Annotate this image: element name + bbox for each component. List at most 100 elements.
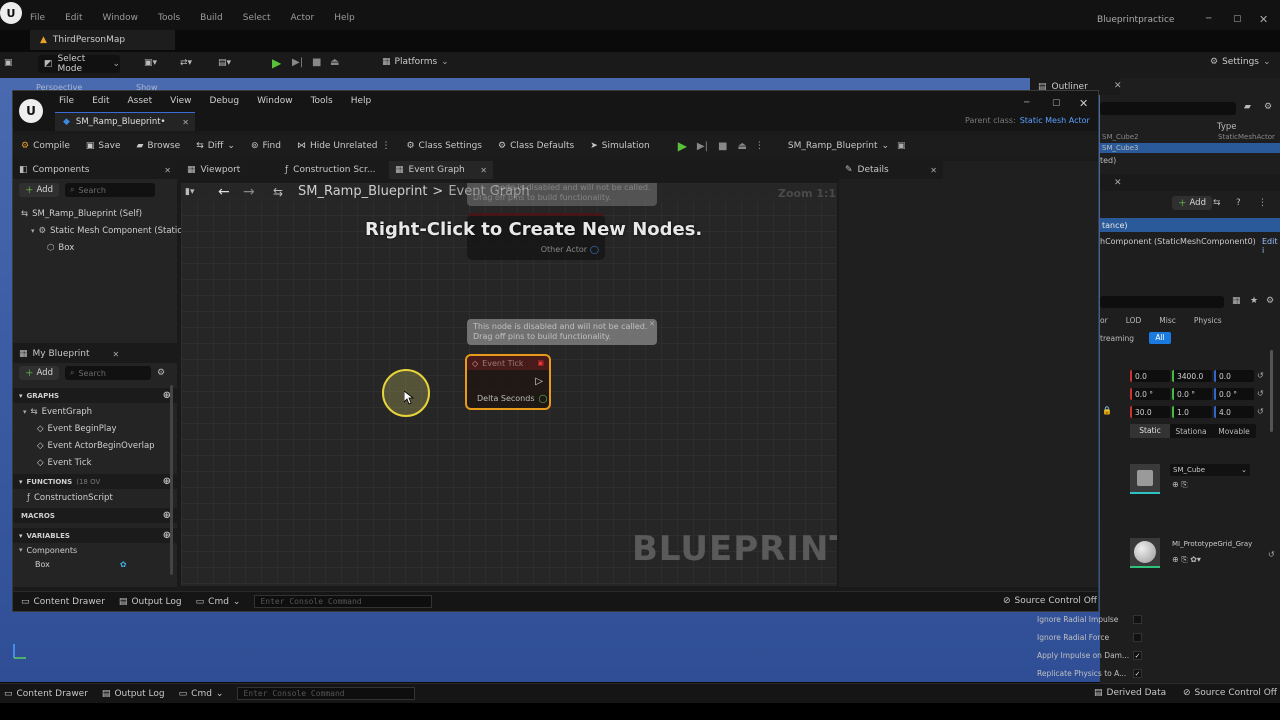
- play-icon[interactable]: ▶: [272, 56, 281, 70]
- event-item[interactable]: ◇ Event Tick: [13, 454, 177, 471]
- class-settings-button[interactable]: ⚙ Class Settings: [406, 141, 482, 151]
- tab-construction-script[interactable]: ƒ Construction Scr...: [279, 161, 389, 179]
- bp-asset-tab[interactable]: ◆ SM_Ramp_Blueprint• ✕: [55, 112, 195, 131]
- blueprints-menu-icon[interactable]: ⇄▾: [180, 58, 192, 68]
- console-command-input[interactable]: Enter Console Command: [237, 687, 416, 700]
- close-tab-icon[interactable]: ✕: [164, 166, 171, 175]
- graphs-section[interactable]: ▾ GRAPHS ⊕: [13, 388, 177, 403]
- more-icon[interactable]: ⋮: [755, 141, 764, 151]
- debug-object-dropdown[interactable]: SM_Ramp_Blueprint ⌄: [788, 141, 889, 151]
- scrollbar[interactable]: [170, 385, 173, 575]
- browse-button[interactable]: ▰ Browse: [137, 141, 181, 151]
- mobility-static[interactable]: Static: [1130, 424, 1170, 438]
- find-button[interactable]: ⊚ Find: [251, 141, 281, 151]
- outer-maximize-icon[interactable]: ▢: [1233, 14, 1242, 24]
- tree-item-box[interactable]: ⬡ Box: [21, 239, 169, 256]
- compile-button[interactable]: ⚙ Compile: [21, 141, 70, 151]
- filter-tab[interactable]: LOD: [1126, 316, 1142, 325]
- outer-menu-tools[interactable]: Tools: [158, 13, 180, 23]
- my-blueprint-tab[interactable]: ▦ My Blueprint ✕: [13, 345, 177, 363]
- details-close-icon[interactable]: ✕: [1114, 178, 1122, 188]
- tree-item-self[interactable]: ⇆ SM_Ramp_Blueprint (Self): [21, 205, 169, 222]
- mesh-thumbnail[interactable]: [1130, 464, 1160, 494]
- debug-browse-icon[interactable]: ▣: [897, 141, 906, 151]
- material-value[interactable]: MI_PrototypeGrid_Gray: [1172, 540, 1252, 548]
- class-defaults-button[interactable]: ⚙ Class Defaults: [498, 141, 574, 151]
- bp-menu-asset[interactable]: Asset: [128, 96, 153, 106]
- mobility-stationary[interactable]: Stationa: [1170, 427, 1212, 436]
- bp-menu-debug[interactable]: Debug: [209, 96, 239, 106]
- material-thumbnail[interactable]: [1130, 538, 1160, 568]
- eject-icon[interactable]: ⏏: [737, 141, 746, 152]
- details-blueprint-icon[interactable]: ⇆: [1213, 198, 1221, 208]
- output-log-button[interactable]: ▤ Output Log: [119, 597, 182, 607]
- cmd-button[interactable]: ▭ Cmd ⌄: [196, 597, 241, 607]
- outer-menu-build[interactable]: Build: [200, 13, 223, 23]
- outer-menu-window[interactable]: Window: [103, 13, 139, 23]
- simulation-button[interactable]: ➤ Simulation: [590, 141, 650, 151]
- bp-menu-help[interactable]: Help: [351, 96, 372, 106]
- details-tab[interactable]: ✎ Details ✕: [839, 161, 943, 179]
- content-drawer-button[interactable]: ▭ Content Drawer: [21, 597, 105, 607]
- tab-viewport[interactable]: ▦ Viewport: [181, 161, 279, 179]
- variable-item-box[interactable]: Box ✿: [13, 557, 177, 571]
- filter-tab[interactable]: Physics: [1194, 316, 1222, 325]
- checkbox-checked[interactable]: ✓: [1133, 668, 1142, 678]
- delta-seconds-pin[interactable]: Delta Seconds ◯: [477, 394, 547, 403]
- browse-asset-icon[interactable]: ⊕ ⎘ ✿▾: [1172, 555, 1201, 565]
- mobility-movable[interactable]: Movable: [1212, 427, 1256, 436]
- static-mesh-dropdown[interactable]: SM_Cube ⌄: [1170, 464, 1250, 476]
- eject-icon[interactable]: ⏏: [330, 57, 339, 68]
- bp-menu-file[interactable]: File: [59, 96, 74, 106]
- outer-menu-actor[interactable]: Actor: [291, 13, 315, 23]
- output-log-button[interactable]: ▤ Output Log: [102, 689, 165, 699]
- outliner-close-icon[interactable]: ✕: [1114, 81, 1122, 91]
- close-tab-icon[interactable]: ✕: [930, 166, 937, 175]
- more-icon[interactable]: ⋮: [381, 141, 390, 151]
- filter-tab[interactable]: Misc: [1159, 316, 1176, 325]
- details-help-icon[interactable]: ?: [1236, 198, 1241, 208]
- close-warning-icon[interactable]: ✕: [649, 319, 655, 329]
- variables-section[interactable]: ▾ VARIABLES ⊕: [13, 528, 177, 543]
- breadcrumb-root[interactable]: SM_Ramp_Blueprint: [298, 184, 427, 199]
- ue-logo-icon[interactable]: U: [0, 2, 22, 24]
- outer-menu-edit[interactable]: Edit: [65, 13, 82, 23]
- scale-y-field[interactable]: 1.0: [1172, 406, 1212, 418]
- event-item[interactable]: ◇ Event BeginPlay: [13, 420, 177, 437]
- browse-asset-icon[interactable]: ⊕ ⎘: [1172, 480, 1188, 490]
- scrollbar[interactable]: [1270, 350, 1273, 432]
- location-x-field[interactable]: 0.0: [1130, 370, 1170, 382]
- hide-unrelated-button[interactable]: ⋈ Hide Unrelated ⋮: [297, 141, 391, 151]
- checkbox-checked[interactable]: ✓: [1133, 650, 1142, 660]
- components-tab[interactable]: ◧ Components ✕: [13, 161, 177, 179]
- bp-menu-window[interactable]: Window: [257, 96, 293, 106]
- tree-item-static-mesh[interactable]: ▾ ⚙ Static Mesh Component (StaticM: [21, 222, 189, 239]
- gear-icon[interactable]: ⚙: [157, 368, 165, 378]
- details-gear-icon[interactable]: ⚙: [1266, 296, 1274, 306]
- bp-menu-edit[interactable]: Edit: [92, 96, 109, 106]
- derived-data-button[interactable]: ▤ Derived Data: [1094, 688, 1166, 698]
- scale-z-field[interactable]: 4.0: [1214, 406, 1254, 418]
- checkbox[interactable]: [1133, 614, 1142, 624]
- event-tick-node[interactable]: ◇ Event Tick ▣ ▷ Delta Seconds ◯: [465, 354, 551, 410]
- details-add-button[interactable]: ＋ Add: [1172, 196, 1212, 210]
- source-control-button[interactable]: ⊘ Source Control Off: [1183, 688, 1277, 698]
- add-actor-icon[interactable]: ▣▾: [144, 58, 157, 68]
- rotation-z-field[interactable]: 0.0 °: [1214, 388, 1254, 400]
- event-item[interactable]: ◇ Event ActorBeginOverlap: [13, 437, 177, 454]
- back-arrow-icon[interactable]: ←: [218, 184, 230, 200]
- bookmark-icon[interactable]: ▮▾: [185, 187, 194, 197]
- play-icon[interactable]: ▶: [678, 139, 687, 153]
- reset-icon[interactable]: ↺: [1257, 389, 1264, 398]
- cmd-button[interactable]: ▭ Cmd ⌄: [179, 689, 224, 699]
- details-search-input[interactable]: [1100, 296, 1224, 308]
- console-command-input[interactable]: Enter Console Command: [254, 595, 433, 608]
- functions-section[interactable]: ▾ FUNCTIONS (18 OV ⊕: [13, 474, 177, 489]
- event-graph-canvas[interactable]: ▮▾ ← → ⇆ SM_Ramp_Blueprint > Event Graph…: [181, 183, 837, 586]
- outer-menu-select[interactable]: Select: [243, 13, 271, 23]
- rotation-x-field[interactable]: 0.0 °: [1130, 388, 1170, 400]
- outliner-row-selected[interactable]: SM_Cube3: [1100, 143, 1280, 153]
- bp-close-icon[interactable]: ✕: [1079, 97, 1088, 110]
- stop-icon[interactable]: ■: [718, 141, 727, 152]
- construction-script-item[interactable]: ƒ ConstructionScript: [13, 489, 177, 506]
